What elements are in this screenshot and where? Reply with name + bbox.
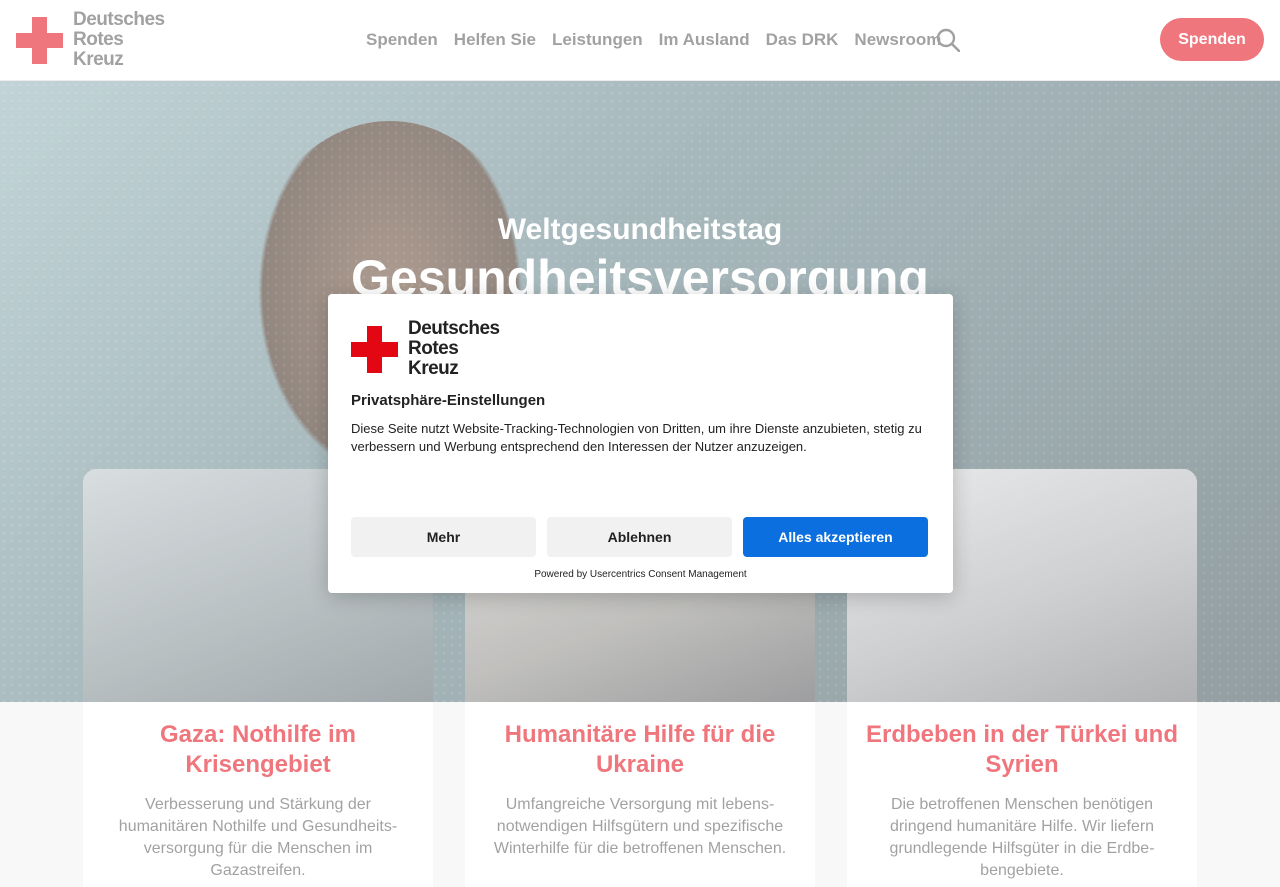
consent-dialog: Deutsches Rotes Kreuz Privatsphäre-Einst… [328,294,953,593]
logo-text: Deutsches Rotes Kreuz [408,318,500,379]
powered-by-link[interactable]: Powered by Usercentrics Consent Manageme… [328,569,953,580]
deny-button[interactable]: Ablehnen [547,517,732,557]
consent-text: Diese Seite nutzt Website-Tracking-Techn… [351,421,922,454]
more-button[interactable]: Mehr [351,517,536,557]
accept-all-button[interactable]: Alles akzeptieren [743,517,928,557]
red-cross-icon [351,325,398,373]
consent-title: Privatsphäre-Einstellungen [351,392,546,409]
consent-logo: Deutsches Rotes Kreuz [351,319,500,379]
